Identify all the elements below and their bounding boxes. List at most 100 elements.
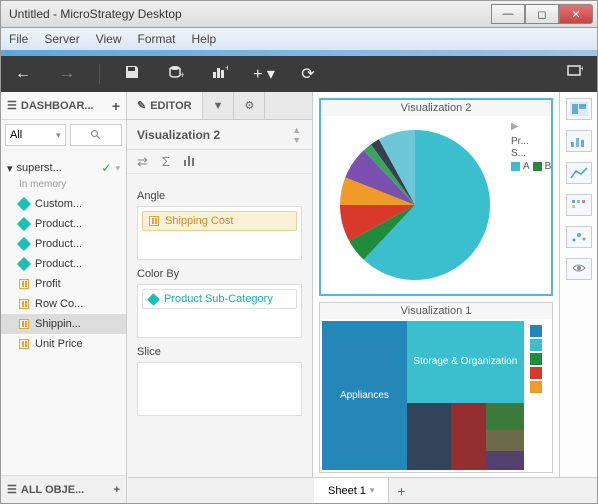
tree-item[interactable]: Profit [1, 274, 126, 294]
hamburger-icon[interactable]: ☰ [7, 99, 17, 112]
menu-help[interactable]: Help [192, 32, 217, 46]
check-icon: ✓ [101, 161, 111, 175]
datasets-label: DASHBOAR... [21, 100, 94, 112]
treemap-cell-3[interactable] [407, 403, 451, 470]
chip-label: Product Sub-Category [164, 293, 273, 305]
toolbar-separator [99, 64, 100, 84]
menu-file[interactable]: File [9, 32, 28, 46]
legend-scroll-icon[interactable]: ▶ [511, 121, 549, 132]
viz2-title: Visualization 2 [321, 100, 551, 116]
treemap-cell-4[interactable] [451, 403, 485, 470]
slice-dropzone[interactable] [137, 362, 302, 416]
tree-item[interactable]: Unit Price [1, 334, 126, 354]
gallery-thumb-3[interactable] [566, 162, 592, 184]
gallery-thumb-6[interactable] [566, 258, 592, 280]
tree-item[interactable]: Product... [1, 214, 126, 234]
tree-item-label: Product... [35, 258, 82, 270]
treemap-cell-6[interactable] [486, 430, 524, 451]
pie-svg [340, 130, 490, 280]
forward-button[interactable]: → [55, 65, 79, 83]
add-sheet-button[interactable]: + [389, 483, 413, 499]
menu-format[interactable]: Format [137, 32, 175, 46]
tm-legend-swatch [530, 381, 542, 393]
tree-item[interactable]: Product... [1, 234, 126, 254]
sheet-tab-1[interactable]: Sheet 1 ▾ [314, 478, 389, 503]
search-input[interactable] [70, 124, 123, 146]
save-icon[interactable] [120, 64, 144, 85]
treemap-legend [524, 321, 550, 470]
caret-down-icon[interactable]: ▾ [115, 163, 120, 174]
present-icon[interactable]: + [563, 64, 587, 85]
dataset-node[interactable]: ▾ superst... ✓ ▾ [1, 157, 126, 179]
treemap-cell-5[interactable] [486, 403, 524, 430]
visualization-2[interactable]: Visualization 2 ▶ Pr... S... ABiCOP [319, 98, 553, 296]
colorby-dropzone[interactable]: Product Sub-Category [137, 284, 302, 338]
svg-text:+: + [180, 70, 184, 80]
add-object-button[interactable]: + [114, 484, 120, 496]
gallery-thumb-1[interactable] [566, 98, 592, 120]
toolbar: ← → + + + ▾ ⟳ + [0, 56, 598, 92]
refresh-icon[interactable]: ⟳ [296, 64, 320, 84]
chevrons-icon[interactable]: ▲▼ [292, 125, 302, 145]
tab-editor[interactable]: ✎ EDITOR [127, 92, 203, 119]
swap-icon[interactable]: ⇄ [137, 154, 148, 170]
gallery-thumb-4[interactable] [566, 194, 592, 216]
legend-item[interactable]: Bi [533, 161, 553, 172]
sheet-label: Sheet 1 [328, 485, 366, 497]
legend-swatch [511, 162, 520, 171]
add-viz-icon[interactable]: + [208, 64, 232, 85]
bars-icon[interactable] [184, 154, 196, 169]
sheet-dropdown-icon[interactable]: ▾ [370, 485, 375, 496]
tree-item[interactable]: Custom... [1, 194, 126, 214]
menu-view[interactable]: View [96, 32, 122, 46]
svg-text:+: + [225, 64, 228, 73]
tm-legend-swatch [530, 325, 542, 337]
visualization-1[interactable]: Visualization 1 Appliances Storage & Org… [319, 302, 553, 473]
metric-icon [149, 216, 159, 226]
chip-shipping-cost[interactable]: Shipping Cost [142, 211, 297, 231]
gallery-thumb-5[interactable] [566, 226, 592, 248]
gallery-thumb-2[interactable] [566, 130, 592, 152]
metric-icon [19, 319, 29, 329]
tree-item-label: Row Co... [35, 298, 83, 310]
add-icon[interactable]: + ▾ [252, 64, 276, 84]
treemap-cell-7[interactable] [486, 451, 524, 470]
sigma-icon[interactable]: Σ [162, 154, 170, 169]
editor-tab-label: EDITOR [150, 100, 191, 112]
sheet-bar: Sheet 1 ▾ + [128, 477, 597, 503]
tab-filter[interactable]: ▼ [203, 92, 235, 119]
chip-product-subcategory[interactable]: Product Sub-Category [142, 289, 297, 309]
minimize-button[interactable]: — [491, 4, 525, 24]
tm-legend-swatch [530, 353, 542, 365]
treemap-cell-storage[interactable]: Storage & Organization [407, 321, 524, 403]
all-objects-footer[interactable]: ☰ ALL OBJE... + [1, 475, 126, 503]
tree-item-label: Product... [35, 238, 82, 250]
tree-item[interactable]: Shippin... [1, 314, 126, 334]
chip-label: Shipping Cost [165, 215, 234, 227]
add-dataset-button[interactable]: + [112, 98, 120, 114]
tm-legend-swatch [530, 339, 542, 351]
editor-title-row: Visualization 2 ▲▼ [127, 120, 312, 150]
viz1-title: Visualization 1 [320, 303, 552, 319]
back-button[interactable]: ← [11, 65, 35, 83]
legend-label: A [523, 161, 530, 172]
tree-item[interactable]: Row Co... [1, 294, 126, 314]
close-button[interactable]: ✕ [559, 4, 593, 24]
metric-icon [19, 279, 29, 289]
tree-item[interactable]: Product... [1, 254, 126, 274]
maximize-button[interactable]: ◻ [525, 4, 559, 24]
data-source-icon[interactable]: + [164, 64, 188, 85]
angle-dropzone[interactable]: Shipping Cost [137, 206, 302, 260]
svg-text:+: + [580, 64, 583, 73]
attribute-icon [17, 217, 31, 231]
slice-label: Slice [137, 346, 302, 358]
search-icon [90, 129, 102, 141]
tree-item-label: Custom... [35, 198, 82, 210]
tm-legend-swatch [530, 367, 542, 379]
menu-server[interactable]: Server [44, 32, 79, 46]
treemap-cell-appliances[interactable]: Appliances [322, 321, 407, 470]
legend-item[interactable]: A [511, 161, 530, 172]
metric-icon [19, 339, 29, 349]
filter-dropdown[interactable]: All▾ [5, 124, 66, 146]
tab-settings[interactable]: ⚙ [234, 92, 265, 119]
